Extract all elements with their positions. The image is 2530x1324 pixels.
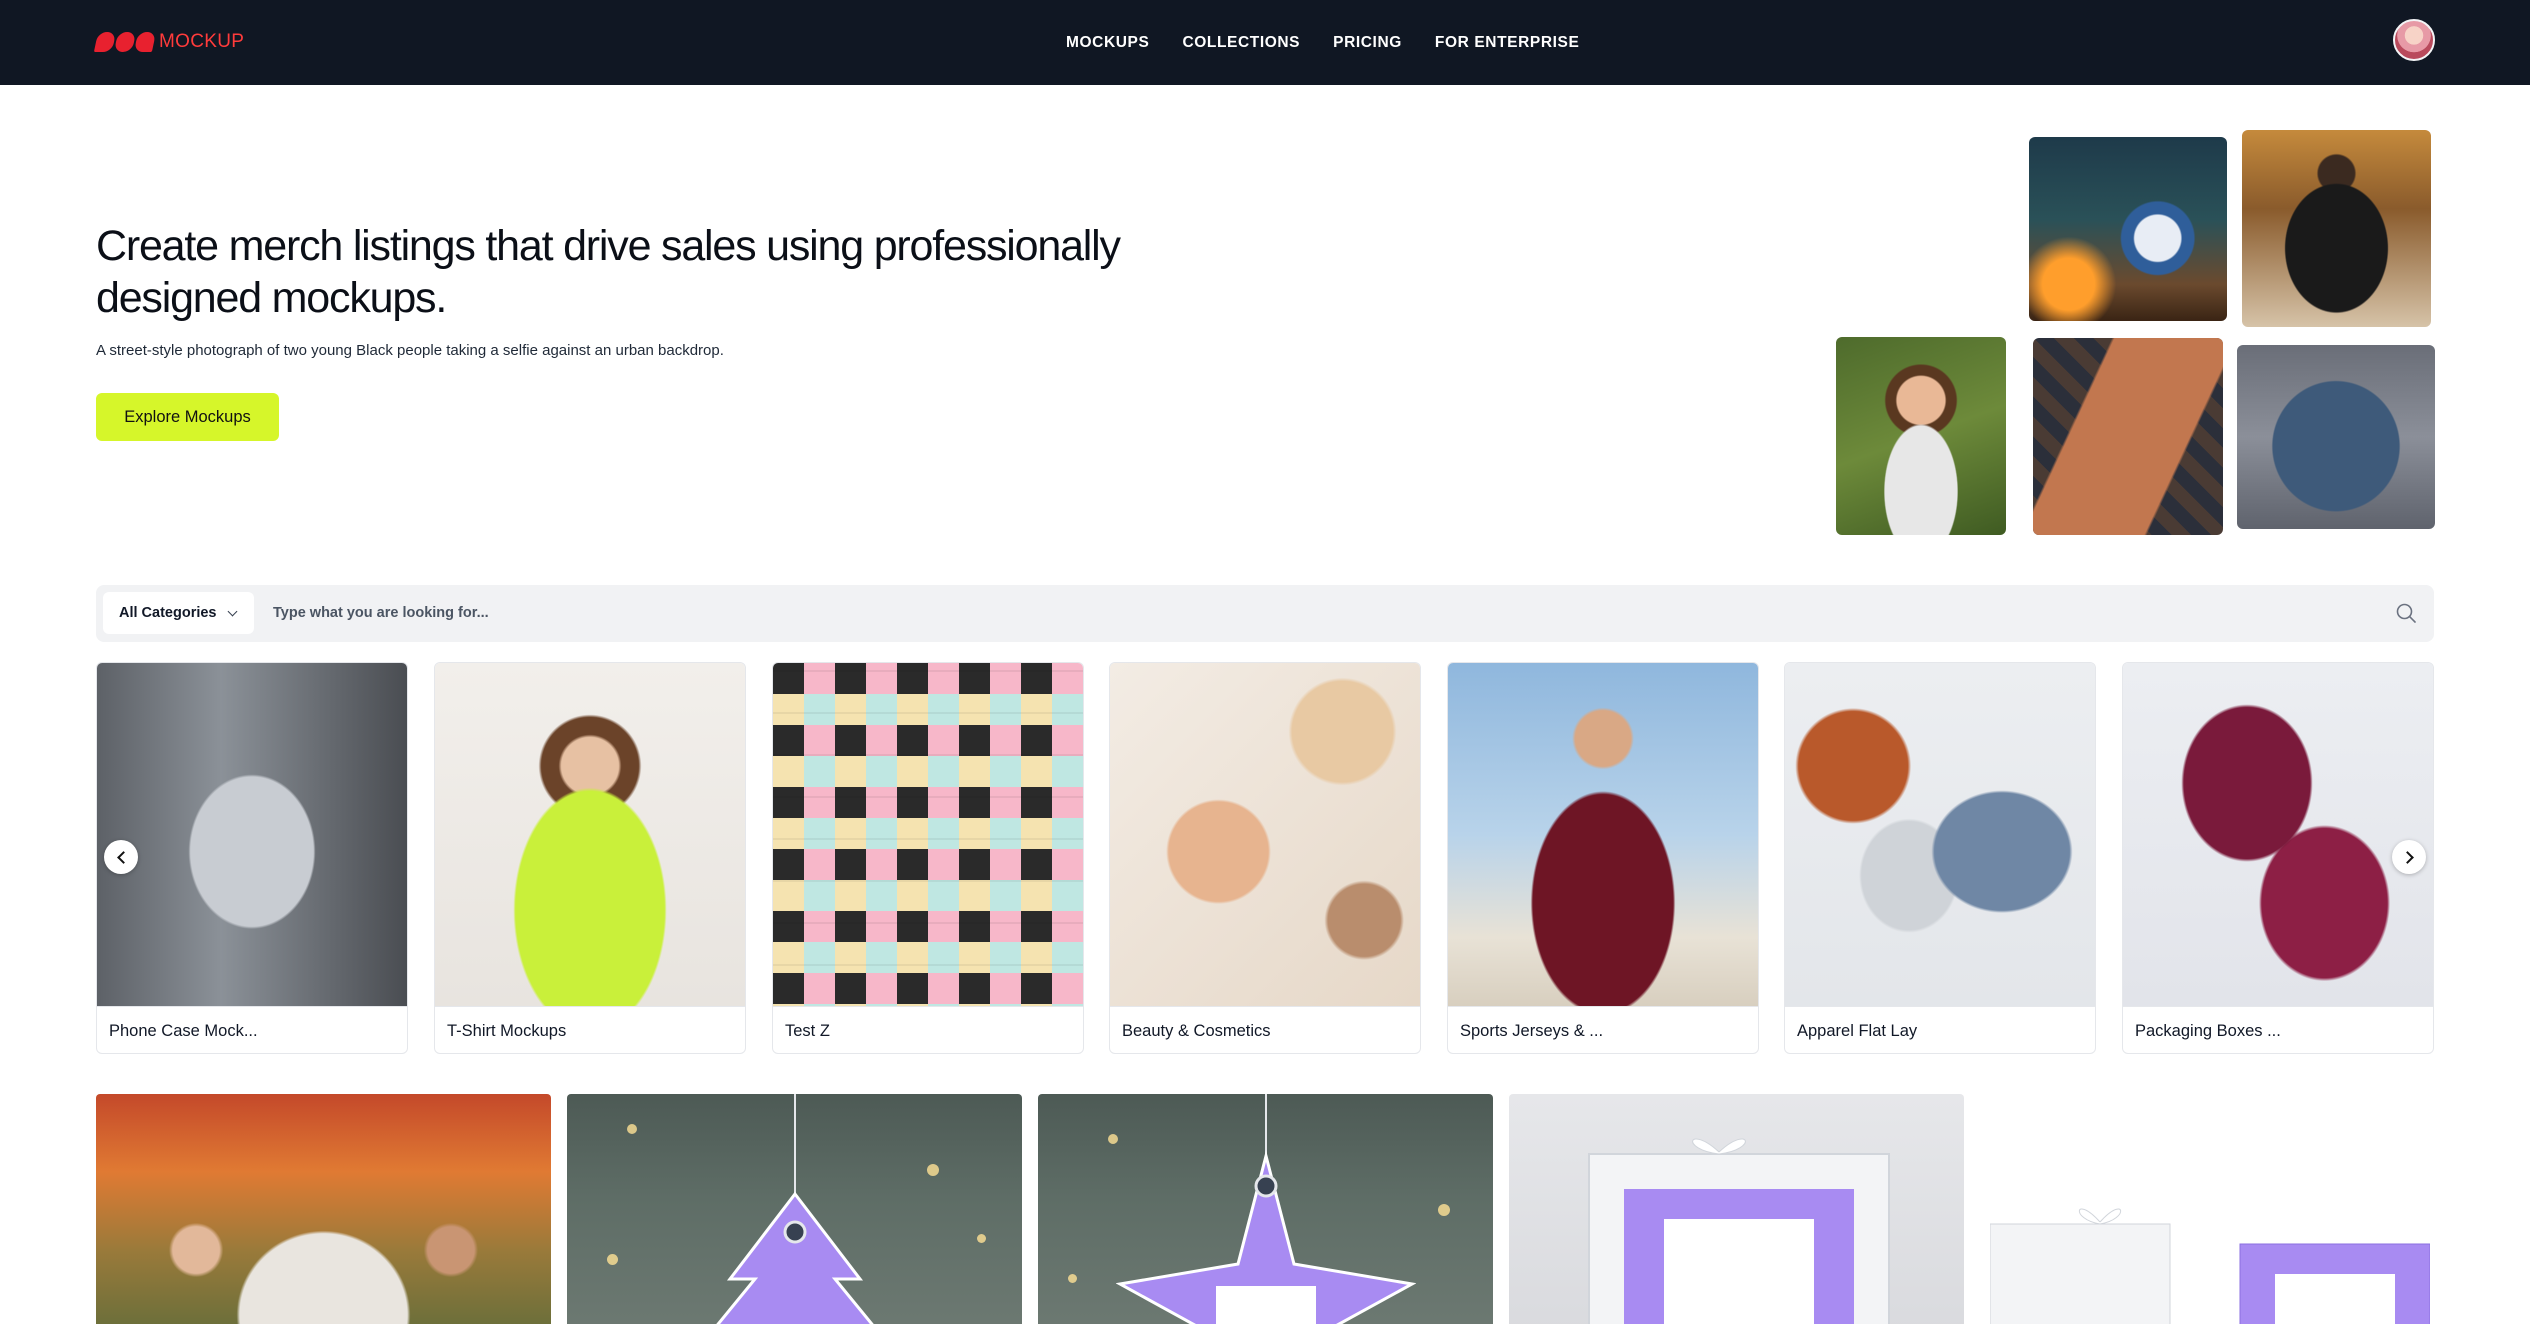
category-card-phone-case[interactable]: Phone Case Mock... xyxy=(96,662,408,1054)
category-thumbnail xyxy=(1110,663,1420,1006)
category-label: Packaging Boxes ... xyxy=(2123,1006,2433,1053)
carousel-next-button[interactable] xyxy=(2392,840,2426,874)
search-input[interactable] xyxy=(273,592,2353,634)
mockup-tile-gift-box[interactable] xyxy=(1509,1094,1964,1324)
tree-ornament xyxy=(715,1094,874,1324)
mockup-tile-star-air-freshener[interactable] xyxy=(1038,1094,1493,1324)
nav-item-enterprise[interactable]: FOR ENTERPRISE xyxy=(1435,34,1579,52)
category-card-packaging-boxes[interactable]: Packaging Boxes ... xyxy=(2122,662,2434,1054)
category-thumbnail xyxy=(773,663,1083,1006)
hero-subtitle: A street-style photograph of two young B… xyxy=(96,342,724,359)
mockup-tile-family-blanket[interactable] xyxy=(96,1094,551,1324)
search-bar: All Categories xyxy=(96,585,2434,642)
category-thumbnail xyxy=(1448,663,1758,1006)
hero-title: Create merch listings that drive sales u… xyxy=(96,222,1121,322)
brand-logo-text: MOCKUP xyxy=(159,31,245,52)
category-label: T-Shirt Mockups xyxy=(435,1006,745,1053)
category-thumbnail xyxy=(435,663,745,1006)
star-ornament xyxy=(1115,1094,1416,1324)
category-card-test-z[interactable]: Test Z xyxy=(772,662,1084,1054)
category-label: Phone Case Mock... xyxy=(97,1006,407,1053)
user-avatar[interactable] xyxy=(2393,19,2435,61)
category-card-sports-jerseys[interactable]: Sports Jerseys & ... xyxy=(1447,662,1759,1054)
gift-box-graphic xyxy=(1588,1138,1890,1324)
hero-image-kid-tshirt xyxy=(1836,337,2006,535)
explore-mockups-button[interactable]: Explore Mockups xyxy=(96,393,279,441)
category-card-beauty[interactable]: Beauty & Cosmetics xyxy=(1109,662,1421,1054)
category-card-apparel-flat-lay[interactable]: Apparel Flat Lay xyxy=(1784,662,2096,1054)
hero-image-hoodie xyxy=(2242,130,2431,327)
category-dropdown[interactable]: All Categories xyxy=(103,592,254,634)
category-thumbnail xyxy=(2123,663,2433,1006)
category-label: Beauty & Cosmetics xyxy=(1110,1006,1420,1053)
category-label: Sports Jerseys & ... xyxy=(1448,1006,1758,1053)
search-icon[interactable] xyxy=(2394,601,2418,625)
main-nav: MOCKUPS COLLECTIONS PRICING FOR ENTERPRI… xyxy=(1066,0,1579,85)
category-label: Test Z xyxy=(773,1006,1083,1053)
chevron-right-icon xyxy=(2400,850,2414,864)
chevron-down-icon xyxy=(227,606,237,616)
chevron-left-icon xyxy=(116,850,130,864)
brand-logo[interactable]: MOCKUP xyxy=(93,28,245,56)
mockup-tile-gift-box-flat[interactable] xyxy=(1980,1094,2435,1324)
hero-image-blanket xyxy=(2237,345,2435,529)
nav-item-pricing[interactable]: PRICING xyxy=(1333,34,1402,52)
top-navigation-bar: MOCKUP MOCKUPS COLLECTIONS PRICING FOR E… xyxy=(0,0,2530,85)
brand-logo-mark xyxy=(93,32,157,52)
category-label: Apparel Flat Lay xyxy=(1785,1006,2095,1053)
hero-image-journal xyxy=(2033,338,2223,535)
category-thumbnail xyxy=(1785,663,2095,1006)
nav-item-mockups[interactable]: MOCKUPS xyxy=(1066,34,1149,52)
category-carousel: Phone Case Mock... T-Shirt Mockups Test … xyxy=(96,662,2434,1054)
nav-item-collections[interactable]: COLLECTIONS xyxy=(1182,34,1300,52)
category-thumbnail xyxy=(97,663,407,1006)
category-dropdown-label: All Categories xyxy=(119,605,217,621)
carousel-prev-button[interactable] xyxy=(104,840,138,874)
hero-image-camping-mug xyxy=(2029,137,2227,321)
mockup-tile-tree-air-freshener[interactable] xyxy=(567,1094,1022,1324)
gift-box-flat-graphic xyxy=(1990,1208,2430,1324)
category-card-tshirt[interactable]: T-Shirt Mockups xyxy=(434,662,746,1054)
